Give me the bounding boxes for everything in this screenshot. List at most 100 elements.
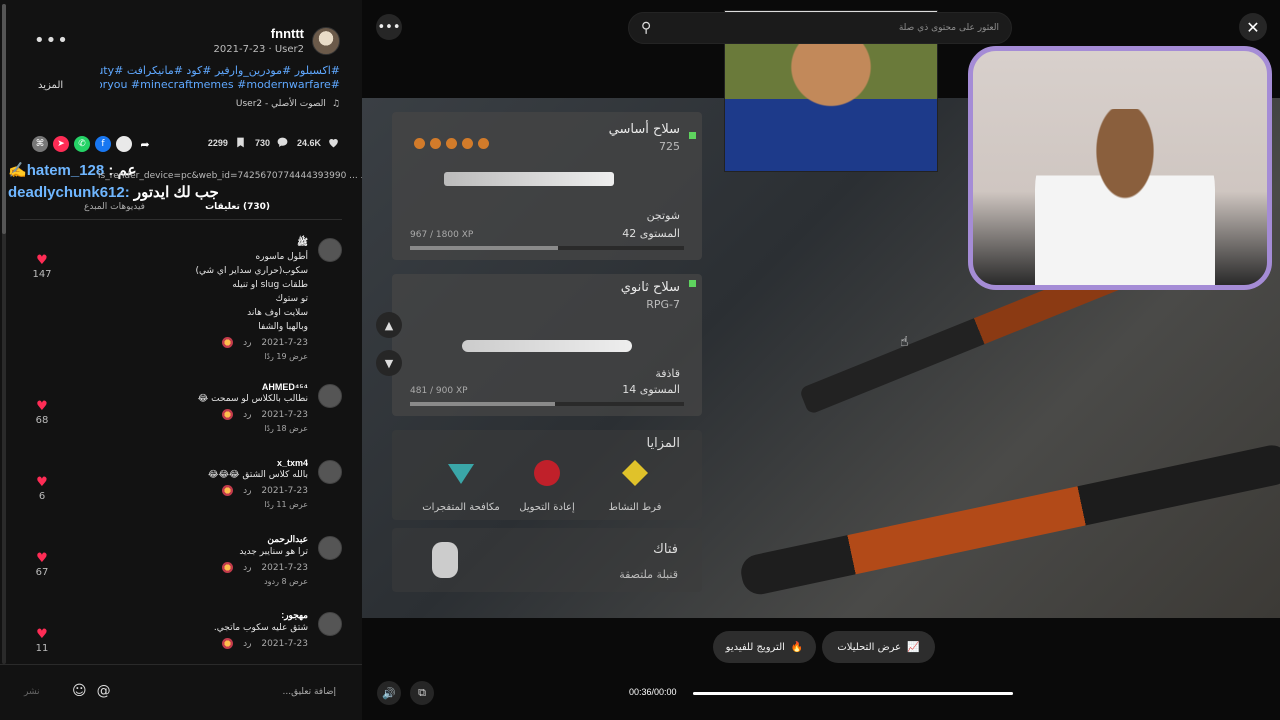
comment-date: 2021-7-23	[261, 638, 308, 649]
post-date: 2021-7-23 · User2	[213, 44, 304, 55]
secondary-xp-bar	[410, 402, 684, 406]
comment-author[interactable]: x_txm4	[208, 458, 308, 468]
primary-level: المستوى 42	[622, 227, 680, 240]
analytics-button[interactable]: 📈 عرض التحليلات	[822, 631, 935, 663]
heart-icon: ♥	[36, 253, 48, 268]
previous-video-button[interactable]: ▲	[376, 312, 402, 338]
primary-title: سلاح أساسي	[608, 122, 680, 137]
mention-icon[interactable]: @	[97, 683, 111, 699]
secondary-xp: 481 / 900 XP	[410, 386, 468, 396]
emoji-icon[interactable]: ☺	[72, 683, 87, 699]
comment-like-button[interactable]: ♥ 11	[30, 628, 54, 654]
creator-liked-icon	[222, 638, 234, 649]
share-white-icon[interactable]	[116, 136, 132, 152]
comment-meta: رد 2021-7-23	[214, 638, 308, 649]
progress-bar[interactable]	[693, 692, 1013, 695]
view-replies-link[interactable]: عرض 11 ردًا	[208, 500, 308, 509]
lethal-item: قنبلة ملتصقة	[619, 568, 678, 581]
composer-icons: ☺ @	[72, 683, 111, 699]
more-menu-icon[interactable]: •••	[376, 14, 402, 40]
sound-name[interactable]: الصوت الأصلي - User2	[236, 99, 326, 109]
streamer-image	[1035, 109, 1215, 285]
comment-like-button[interactable]: ♥ 67	[30, 552, 54, 578]
comment-like-button[interactable]: ♥ 147	[30, 254, 54, 280]
heart-icon: ♥	[36, 399, 48, 414]
tab-comments[interactable]: (730) تعليقات	[205, 202, 270, 212]
search-input[interactable]: العثور على محتوى ذي صلة	[651, 23, 999, 33]
more-options-icon[interactable]: •••	[34, 30, 69, 51]
search-bar[interactable]: ⚲ العثور على محتوى ذي صلة	[628, 12, 1012, 44]
save-action[interactable]: 2299	[208, 136, 247, 149]
comment-author[interactable]: عبدالرحمن	[222, 534, 308, 545]
view-replies-link[interactable]: عرض 18 ردًا	[198, 424, 308, 433]
reply-button[interactable]: رد	[243, 486, 251, 496]
share-icons: ➦ f ✆ ➤ ⌘	[32, 136, 153, 152]
analytics-label: عرض التحليلات	[837, 641, 902, 653]
comment-avatar[interactable]	[318, 536, 342, 560]
creator-liked-icon	[222, 485, 234, 496]
comment-avatar[interactable]	[318, 238, 342, 262]
promote-button[interactable]: 🔥 الترويج للفيديو	[713, 631, 816, 663]
scrollbar-thumb[interactable]	[2, 4, 6, 234]
shotgun-image	[444, 172, 614, 186]
mouse-cursor-icon: ☝	[900, 334, 909, 350]
comment-like-count: 11	[35, 643, 49, 654]
comment-author[interactable]: مهجور:	[214, 610, 308, 621]
chevron-up-icon: ▲	[384, 318, 394, 332]
webcam-overlay	[968, 46, 1272, 290]
comment-avatar[interactable]	[318, 384, 342, 408]
secondary-level: المستوى 14	[622, 383, 680, 396]
whatsapp-icon[interactable]: ✆	[74, 136, 90, 152]
comment-avatar[interactable]	[318, 612, 342, 636]
reply-button[interactable]: رد	[243, 639, 251, 649]
comment-meta: رد 2021-7-23	[198, 409, 308, 420]
comment-item: x_txm4 بالله كلاس الشتق 😂😂😂 رد 2021-7-23 عرض…	[20, 458, 342, 534]
reply-button[interactable]: رد	[243, 410, 251, 420]
close-icon[interactable]: ✕	[1239, 13, 1267, 41]
facebook-icon[interactable]: f	[95, 136, 111, 152]
caption-line-1[interactable]: #اكسبلور #مودرين_وارفير #كود #مانيكرافت …	[100, 64, 340, 78]
comment-input[interactable]: إضافة تعليق...	[282, 687, 336, 697]
comment-date: 2021-7-23	[261, 337, 308, 348]
forward-icon[interactable]: ➦	[137, 136, 153, 152]
comment-text: ترا هو سنايبر جديد	[239, 547, 308, 557]
author-name[interactable]: fnnttt	[214, 26, 304, 41]
comment-author[interactable]: ﷺ	[196, 236, 308, 250]
caption-line-2[interactable]: #foryou #minecraftmemes #modernwarfare..…	[100, 78, 340, 92]
author-avatar[interactable]	[312, 26, 340, 55]
sound-row[interactable]: ♫ الصوت الأصلي - User2	[236, 99, 340, 109]
post-comment-button[interactable]: نشر	[24, 687, 40, 697]
send-red-icon[interactable]: ➤	[53, 136, 69, 152]
heart-icon: ♥	[36, 475, 48, 490]
panel-scrollbar[interactable]	[2, 4, 6, 664]
comment-meta: رد 2021-7-23	[208, 485, 308, 496]
time-display: 00:36/00:00	[629, 687, 677, 697]
action-bar: 24.6K 730 2299	[208, 136, 340, 149]
volume-button[interactable]: 🔊	[377, 681, 401, 705]
embed-icon[interactable]: ⌘	[32, 136, 48, 152]
copy-link-text[interactable]: is_render_device=pc&web_id=7425670774444…	[98, 171, 362, 181]
view-replies-link[interactable]: عرض 8 ردود	[222, 577, 308, 586]
comment-avatar[interactable]	[318, 460, 342, 484]
next-video-button[interactable]: ▼	[376, 350, 402, 376]
pip-button[interactable]: ⧉	[410, 681, 434, 705]
comment-action[interactable]: 730	[255, 136, 289, 149]
creator-liked-icon	[222, 337, 234, 348]
comment-like-button[interactable]: ♥ 68	[30, 400, 54, 426]
comment-like-button[interactable]: ♥ 6	[30, 476, 54, 502]
caption-more-link[interactable]: المزيد	[38, 80, 63, 91]
comment-author[interactable]: AHMED⁴⁵⁴	[198, 382, 308, 392]
like-action[interactable]: 24.6K	[297, 136, 340, 149]
comment-composer: إضافة تعليق... ☺ @ نشر	[0, 664, 362, 720]
status-square	[689, 132, 696, 139]
post-caption: #اكسبلور #مودرين_وارفير #كود #مانيكرافت …	[100, 64, 340, 92]
tab-creator-videos[interactable]: فيديوهات المبدع	[84, 202, 145, 212]
save-count: 2299	[207, 137, 228, 148]
view-replies-link[interactable]: عرض 19 ردًا	[196, 352, 308, 361]
reply-button[interactable]: رد	[243, 563, 251, 573]
reply-button[interactable]: رد	[243, 338, 251, 348]
comment-item: ﷺ أطول ماسوره سكوب(حراري سداير اي شي) طلق…	[20, 236, 342, 382]
creator-liked-icon	[222, 409, 234, 420]
search-icon: ⚲	[641, 20, 652, 36]
comment-body: x_txm4 بالله كلاس الشتق 😂😂😂 رد 2021-7-23 عرض…	[208, 458, 308, 509]
